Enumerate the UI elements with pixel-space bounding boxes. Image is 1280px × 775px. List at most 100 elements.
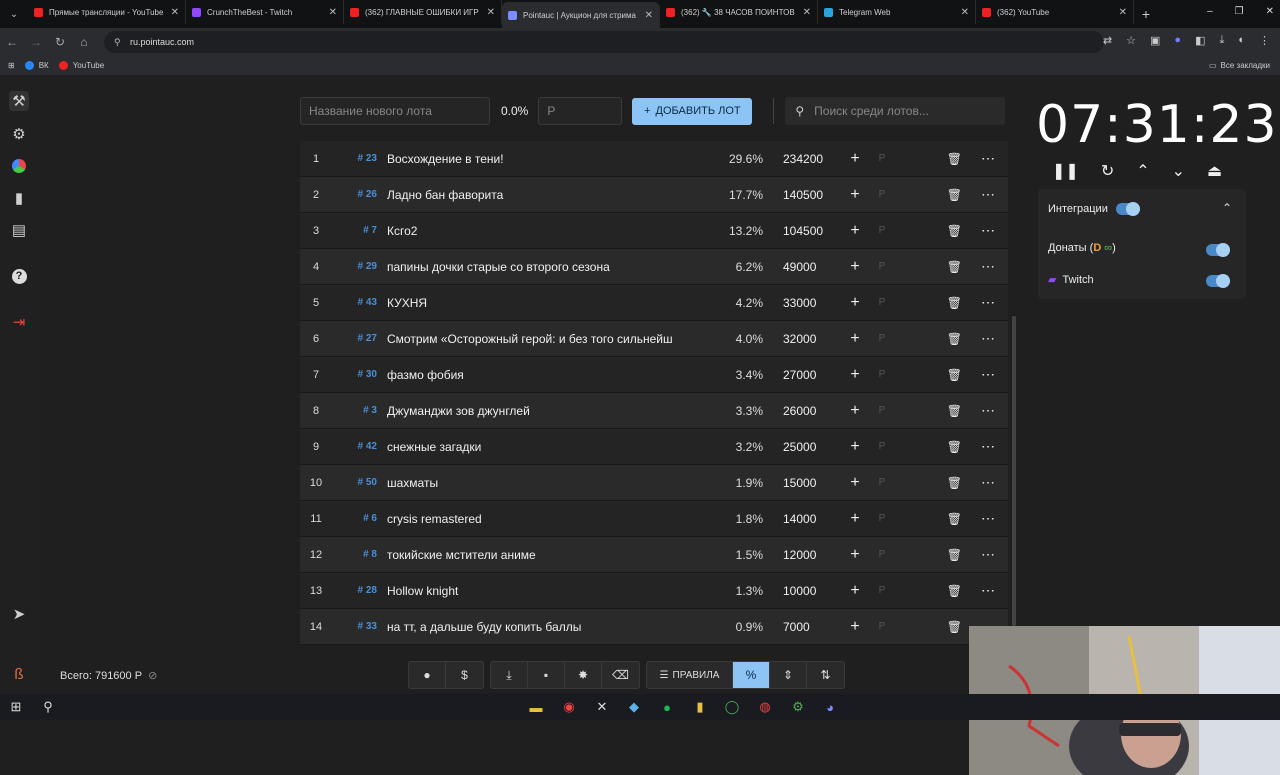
lot-name[interactable]: Ладно бан фаворита (387, 188, 717, 202)
integrations-toggle[interactable] (1115, 202, 1140, 216)
brand-logo-icon[interactable]: ß (9, 664, 29, 684)
trash-icon[interactable]: 🗑 (947, 152, 962, 166)
all-bookmarks[interactable]: ▭ Все закладки (1209, 61, 1270, 70)
trash-icon[interactable]: 🗑 (947, 548, 962, 562)
lot-currency-mark[interactable]: Р (867, 297, 897, 308)
trash-icon[interactable]: 🗑 (947, 368, 962, 382)
menu-icon[interactable]: ⋮ (1259, 34, 1270, 47)
lot-row[interactable]: 4 # 29 папины дочки старые со второго сезо… (300, 249, 1008, 285)
close-tab-icon[interactable]: ✕ (329, 7, 337, 18)
site-info-icon[interactable]: ⚲ (114, 37, 124, 47)
obs-icon[interactable]: ◍ (757, 699, 773, 715)
lot-row[interactable]: 8 # 3 Джуманджи зов джунглей 3.3% 26000 + Р 🗑 ⋯ (300, 393, 1008, 429)
add-amount-icon[interactable]: + (843, 294, 867, 312)
lot-currency-mark[interactable]: Р (867, 513, 897, 524)
lot-name[interactable]: Джуманджи зов джунглей (387, 404, 717, 418)
time-up-icon[interactable]: ⌃ (1136, 161, 1149, 181)
lot-currency-mark[interactable]: Р (867, 477, 897, 488)
lot-name[interactable]: снежные загадки (387, 440, 717, 454)
gear-icon[interactable]: ⚙ (9, 124, 29, 144)
lot-name[interactable]: Ксго2 (387, 224, 717, 238)
more-options-icon[interactable]: ⋯ (981, 402, 996, 419)
lot-amount[interactable]: 15000 (763, 476, 843, 490)
bug-icon[interactable]: ✸ (565, 662, 602, 688)
lot-currency-mark[interactable]: Р (867, 189, 897, 200)
time-down-icon[interactable]: ⌄ (1172, 161, 1185, 181)
lot-name[interactable]: шахматы (387, 476, 717, 490)
puzzle-icon[interactable]: ◧ (1195, 34, 1205, 47)
lot-amount[interactable]: 33000 (763, 296, 843, 310)
add-amount-icon[interactable]: + (843, 222, 867, 240)
lot-row[interactable]: 7 # 30 фазмо фобия 3.4% 27000 + Р 🗑 ⋯ (300, 357, 1008, 393)
windows-start-icon[interactable]: ⊞ (8, 699, 24, 715)
bookmark-star-icon[interactable]: ☆ (1126, 34, 1136, 47)
more-options-icon[interactable]: ⋯ (981, 546, 996, 563)
profile-icon[interactable]: ● (1174, 34, 1181, 47)
app-icon-yellow[interactable]: ▮ (692, 699, 708, 715)
rules-button[interactable]: ☰ ПРАВИЛА (647, 662, 733, 688)
lot-row[interactable]: 9 # 42 снежные загадки 3.2% 25000 + Р 🗑 ⋯ (300, 429, 1008, 465)
integrations-header[interactable]: Интеграции (1048, 202, 1140, 216)
lot-amount[interactable]: 12000 (763, 548, 843, 562)
x-app-icon[interactable]: ✕ (594, 699, 610, 715)
lot-row[interactable]: 12 # 8 токийские мстители аниме 1.5% 12000 + Р… (300, 537, 1008, 573)
lot-row[interactable]: 3 # 7 Ксго2 13.2% 104500 + Р 🗑 ⋯ (300, 213, 1008, 249)
more-options-icon[interactable]: ⋯ (981, 150, 996, 167)
trash-icon[interactable]: 🗑 (947, 296, 962, 310)
lot-amount[interactable]: 26000 (763, 404, 843, 418)
add-lot-button[interactable]: + ДОБАВИТЬ ЛОТ (632, 97, 753, 125)
percent-toggle-icon[interactable]: % (733, 662, 770, 688)
add-amount-icon[interactable]: + (843, 438, 867, 456)
lot-currency-mark[interactable]: Р (867, 549, 897, 560)
lot-row[interactable]: 2 # 26 Ладно бан фаворита 17.7% 140500 + Р 🗑 ⋯ (300, 177, 1008, 213)
tab-search-icon[interactable]: ⌄ (0, 0, 28, 28)
download-icon[interactable]: ⤓ (491, 662, 528, 688)
translate-icon[interactable]: ⇄ (1103, 34, 1112, 47)
browser-tab[interactable]: (362) YouTube ✕ (976, 0, 1134, 24)
trash-icon[interactable]: 🗑 (947, 260, 962, 274)
lot-currency-mark[interactable]: Р (867, 153, 897, 164)
more-options-icon[interactable]: ⋯ (981, 294, 996, 311)
trash-icon[interactable]: 🗑 (947, 440, 962, 454)
add-amount-icon[interactable]: + (843, 618, 867, 636)
close-tab-icon[interactable]: ✕ (1119, 7, 1127, 18)
twitch-toggle[interactable] (1206, 274, 1230, 288)
trash-icon[interactable]: 🗑 (947, 512, 962, 526)
extension-icon[interactable]: ▣ (1150, 34, 1160, 47)
lot-name[interactable]: crysis remastered (387, 512, 717, 526)
lot-amount[interactable]: 140500 (763, 188, 843, 202)
lot-name[interactable]: папины дочки старые со второго сезона (387, 260, 717, 274)
lot-row[interactable]: 11 # 6 crysis remastered 1.8% 14000 + Р 🗑 ⋯ (300, 501, 1008, 537)
chevron-up-icon[interactable]: ⌃ (1222, 201, 1232, 215)
browser-tab[interactable]: (362) ГЛАВНЫЕ ОШИБКИ ИГР ✕ (344, 0, 502, 24)
compact-icon[interactable]: ⇕ (770, 662, 807, 688)
more-options-icon[interactable]: ⋯ (981, 438, 996, 455)
spotify-icon[interactable]: ● (659, 699, 675, 715)
lot-amount[interactable]: 234200 (763, 152, 843, 166)
lot-currency-mark[interactable]: Р (867, 585, 897, 596)
more-options-icon[interactable]: ⋯ (981, 186, 996, 203)
bookmark-youtube[interactable]: YouTube (58, 61, 104, 70)
new-lot-amount-input[interactable]: Р (538, 97, 623, 125)
home-icon[interactable]: ⌂ (72, 35, 96, 49)
add-amount-icon[interactable]: + (843, 186, 867, 204)
sort-icon[interactable]: ⇅ (807, 662, 844, 688)
new-lot-name-input[interactable]: Название нового лота (300, 97, 490, 125)
reset-icon[interactable]: ↻ (1101, 161, 1114, 181)
trash-icon[interactable]: 🗑 (947, 620, 962, 634)
clipboard-icon[interactable]: ▤ (9, 220, 29, 240)
github-icon[interactable]: ● (409, 662, 446, 688)
lot-amount[interactable]: 7000 (763, 620, 843, 634)
taskbar-search-icon[interactable]: ⚲ (40, 699, 56, 715)
more-options-icon[interactable]: ⋯ (981, 582, 996, 599)
reload-icon[interactable]: ↻ (48, 35, 72, 49)
app-icon-green[interactable]: ◯ (724, 699, 740, 715)
more-options-icon[interactable]: ⋯ (981, 366, 996, 383)
lot-row[interactable]: 13 # 28 Hollow knight 1.3% 10000 + Р 🗑 ⋯ (300, 573, 1008, 609)
close-tab-icon[interactable]: ✕ (487, 7, 495, 18)
download-icon[interactable]: ⤓ (1219, 34, 1224, 47)
lot-amount[interactable]: 49000 (763, 260, 843, 274)
trash-icon[interactable]: 🗑 (947, 224, 962, 238)
lot-row[interactable]: 5 # 43 КУХНЯ 4.2% 33000 + Р 🗑 ⋯ (300, 285, 1008, 321)
trash-icon[interactable]: 🗑 (947, 476, 962, 490)
